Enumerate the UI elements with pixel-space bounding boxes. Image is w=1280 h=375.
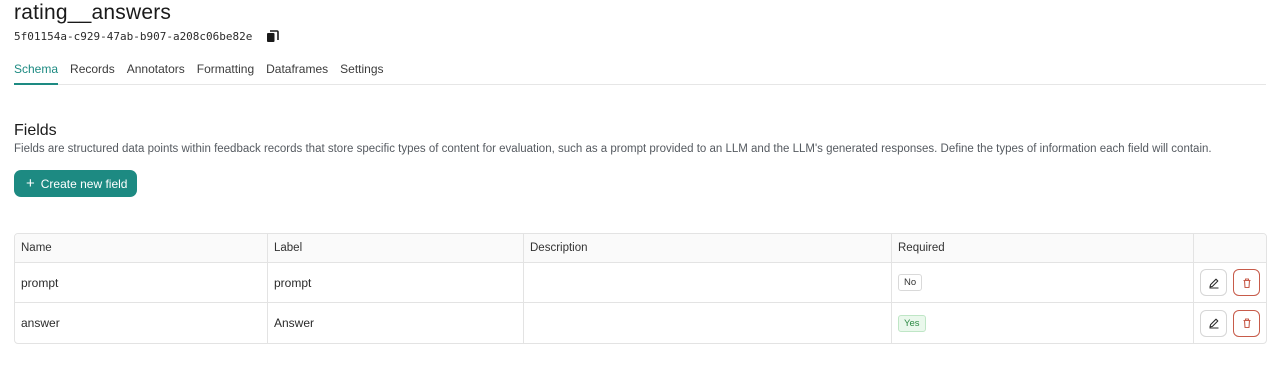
- field-label: Answer: [268, 303, 524, 343]
- create-new-field-button[interactable]: + Create new field: [14, 170, 137, 197]
- table-row: prompt prompt No: [15, 263, 1266, 303]
- column-header-description: Description: [524, 234, 892, 262]
- fields-section-description: Fields are structured data points within…: [14, 143, 1212, 155]
- row-actions: [1194, 263, 1266, 302]
- settings-tabs: Schema Records Annotators Formatting Dat…: [14, 56, 1266, 85]
- edit-field-button[interactable]: [1200, 269, 1227, 296]
- copy-icon: [266, 29, 279, 42]
- column-header-required: Required: [892, 234, 1194, 262]
- field-name: prompt: [15, 263, 268, 302]
- tab-records[interactable]: Records: [70, 56, 115, 84]
- trash-icon: [1243, 277, 1250, 288]
- trash-icon: [1243, 318, 1250, 329]
- copy-id-button[interactable]: [264, 28, 280, 44]
- create-new-field-label: Create new field: [40, 176, 128, 191]
- tab-dataframes[interactable]: Dataframes: [266, 56, 328, 84]
- tab-settings[interactable]: Settings: [340, 56, 383, 84]
- column-header-name: Name: [15, 234, 268, 262]
- table-row: answer Answer Yes: [15, 303, 1266, 343]
- column-header-label: Label: [268, 234, 524, 262]
- required-badge: No: [898, 274, 923, 291]
- field-description: [524, 303, 892, 343]
- tab-annotators[interactable]: Annotators: [127, 56, 185, 84]
- pencil-icon: [1208, 278, 1218, 288]
- field-label: prompt: [268, 263, 524, 302]
- fields-table: Name Label Description Required prompt p…: [14, 233, 1267, 344]
- tab-schema[interactable]: Schema: [14, 56, 59, 85]
- dataset-title: rating__answers: [14, 1, 172, 24]
- table-header-row: Name Label Description Required: [15, 234, 1266, 263]
- field-description: [524, 263, 892, 302]
- field-name: answer: [15, 303, 268, 343]
- plus-icon: +: [26, 175, 35, 192]
- required-badge: Yes: [898, 314, 926, 332]
- column-header-actions: [1194, 234, 1266, 262]
- dataset-id: 5f01154a-c929-47ab-b907-a208c06be82e: [14, 29, 253, 43]
- dataset-id-row: 5f01154a-c929-47ab-b907-a208c06be82e: [14, 28, 280, 44]
- tab-formatting[interactable]: Formatting: [197, 56, 254, 84]
- edit-field-button[interactable]: [1200, 309, 1227, 337]
- row-actions: [1194, 303, 1266, 343]
- delete-field-button[interactable]: [1233, 309, 1260, 337]
- pencil-icon: [1208, 318, 1218, 329]
- field-required-cell: Yes: [892, 303, 1194, 343]
- delete-field-button[interactable]: [1233, 269, 1260, 296]
- field-required-cell: No: [892, 263, 1194, 302]
- fields-section-title: Fields: [14, 122, 57, 139]
